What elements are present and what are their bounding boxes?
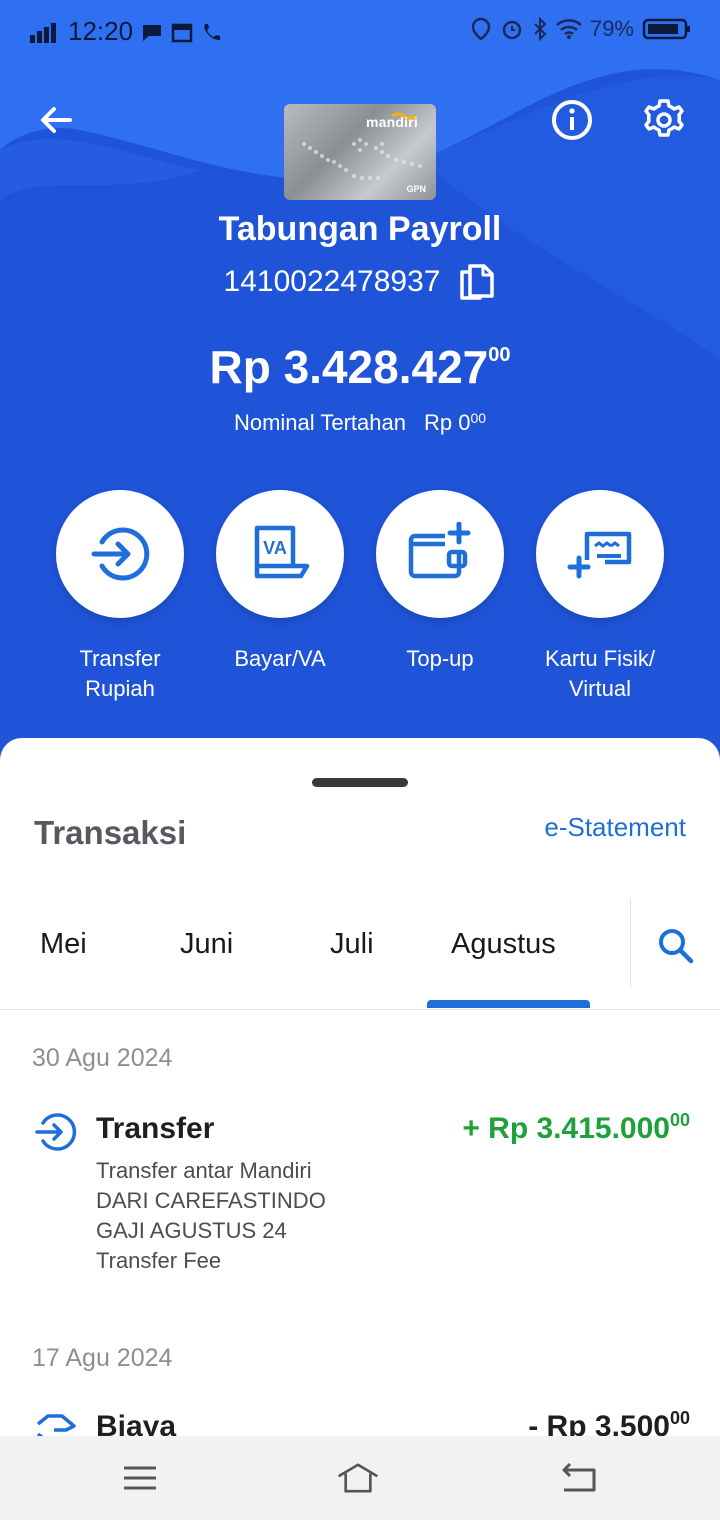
status-time: 12:20 — [68, 16, 134, 46]
bayar-va-button[interactable]: VA Bayar/VA — [200, 490, 360, 674]
hold-label: Nominal Tertahan — [233, 410, 406, 435]
alarm-icon — [502, 20, 522, 40]
search-icon — [659, 929, 694, 964]
settings-button[interactable] — [636, 92, 692, 148]
account-name: Tabungan Payroll — [218, 210, 502, 248]
transactions-title: Transaksi — [34, 814, 187, 851]
calendar-icon — [171, 23, 193, 42]
signal-icon — [30, 22, 56, 43]
menu-icon — [124, 1466, 156, 1490]
back-button[interactable] — [28, 92, 84, 148]
wallet-add-icon — [408, 522, 471, 579]
date-header: 17 Agu 2024 — [32, 1344, 173, 1372]
transactions-sheet: Transaksi e-Statement Mei Juni Juli Agus… — [0, 738, 720, 1444]
menu-nav-button[interactable] — [118, 1458, 162, 1498]
balance-display: Rp 3.428.42700 — [0, 340, 720, 394]
status-bar: 12:20 79% — [0, 0, 720, 64]
transfer-rupiah-button[interactable]: Transfer Rupiah — [40, 490, 200, 704]
return-icon — [562, 1462, 596, 1492]
date-header: 30 Agu 2024 — [32, 1044, 173, 1072]
action-circle — [536, 490, 664, 618]
action-circle — [56, 490, 184, 618]
drag-handle[interactable] — [312, 778, 408, 787]
top-up-button[interactable]: Top-up — [360, 490, 520, 674]
system-navigation-bar — [0, 1436, 720, 1520]
battery-level: 79% — [589, 16, 634, 41]
action-label: Top-up — [406, 646, 474, 671]
info-icon — [552, 100, 592, 140]
bluetooth-icon — [534, 17, 547, 41]
kartu-fisik-virtual-button[interactable]: Kartu Fisik/Virtual — [520, 490, 680, 704]
transfer-icon — [91, 527, 150, 581]
e-statement-link[interactable]: e-Statement — [544, 812, 686, 843]
home-nav-button[interactable] — [336, 1458, 380, 1498]
card-add-icon — [567, 531, 632, 579]
tab-mei[interactable]: Mei — [40, 928, 87, 961]
action-circle — [376, 490, 504, 618]
card-brand-label: mandiri — [366, 114, 418, 130]
wifi-icon — [556, 19, 582, 39]
account-number: 1410022478937 — [223, 265, 441, 298]
arrow-left-icon — [41, 107, 72, 133]
search-button[interactable] — [652, 922, 700, 970]
transaction-title: Transfer — [96, 1112, 215, 1145]
tab-agustus[interactable]: Agustus — [451, 928, 556, 961]
month-tabs: Mei Juni Juli Agustus — [0, 898, 720, 1010]
account-number-row: 1410022478937 — [0, 262, 720, 302]
gear-icon — [644, 99, 684, 137]
transaction-description: Transfer antar Mandiri DARI CAREFASTINDO… — [96, 1158, 326, 1273]
missed-call-icon — [204, 23, 221, 40]
hold-amount-row: Nominal Tertahan Rp 000 — [0, 410, 720, 436]
chat-icon — [143, 24, 162, 41]
account-header: 12:20 79% mandiri GPN Tabungan Payroll 1… — [0, 0, 720, 780]
home-icon — [337, 1463, 379, 1493]
svg-text:VA: VA — [263, 538, 287, 558]
balance-amount: Rp 3.428.427 — [209, 341, 489, 393]
battery-icon — [642, 18, 690, 40]
balance-decimals: 00 — [488, 344, 511, 366]
card-network-label: GPN — [406, 184, 426, 194]
active-tab-indicator — [427, 1000, 590, 1008]
debit-card-image[interactable]: mandiri GPN — [284, 104, 436, 200]
action-label: Bayar/VA — [234, 646, 326, 671]
transaction-amount: + Rp 3.415.00000 — [462, 1110, 690, 1145]
va-icon: VA — [254, 525, 310, 579]
tab-juli[interactable]: Juli — [330, 928, 374, 961]
tabs-divider — [630, 898, 631, 988]
info-button[interactable] — [544, 92, 600, 148]
action-label: Transfer Rupiah — [79, 646, 161, 701]
hold-value: Rp 0 — [423, 410, 471, 435]
transfer-icon — [35, 1113, 77, 1151]
location-icon — [471, 17, 491, 41]
back-nav-button[interactable] — [556, 1458, 600, 1498]
tab-juni[interactable]: Juni — [180, 928, 233, 961]
action-label: Kartu Fisik/Virtual — [544, 646, 656, 701]
hold-decimals: 00 — [470, 410, 487, 426]
copy-icon[interactable] — [458, 262, 496, 302]
action-circle: VA — [216, 490, 344, 618]
